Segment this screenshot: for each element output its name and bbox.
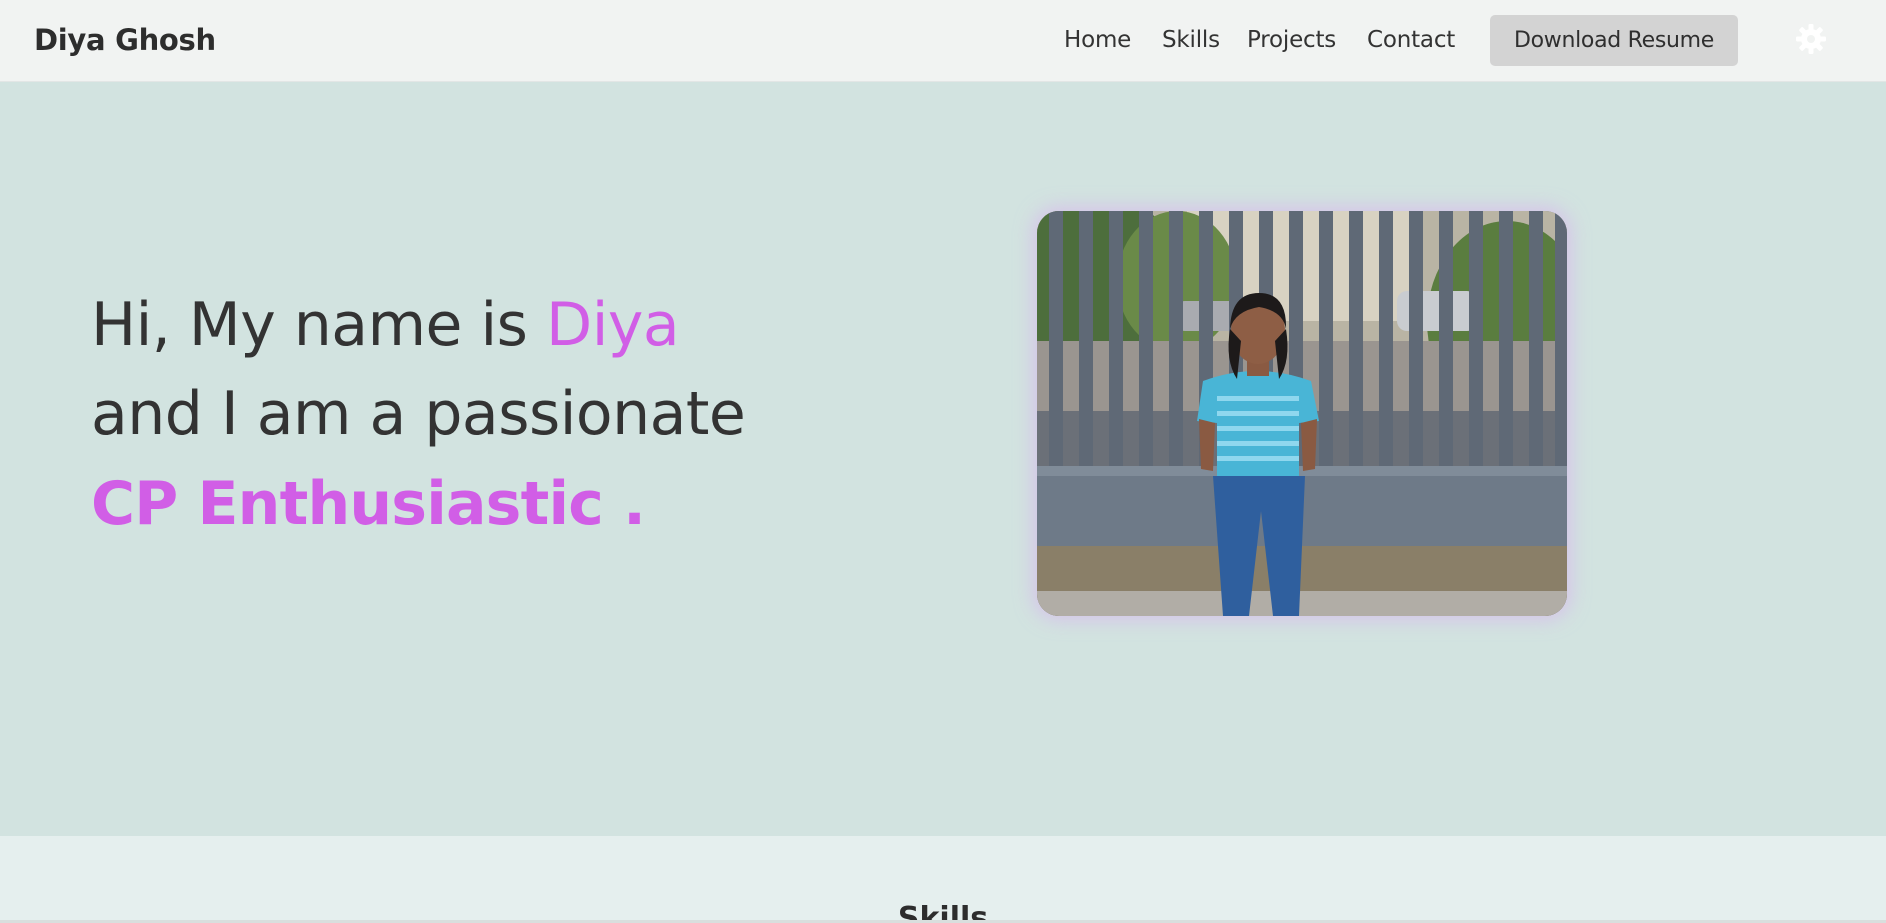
profile-photo-image <box>1037 211 1567 616</box>
navbar: Diya Ghosh Home Skills Projects Contact … <box>0 0 1886 82</box>
nav-link-home[interactable]: Home <box>1064 0 1131 80</box>
nav-link-projects[interactable]: Projects <box>1247 0 1336 80</box>
download-resume-button[interactable]: Download Resume <box>1490 15 1738 66</box>
hero-greeting: Hi, My name is Diya <box>91 290 680 360</box>
nav-link-contact[interactable]: Contact <box>1367 0 1455 80</box>
profile-photo <box>1037 211 1567 616</box>
hero-section: Hi, My name is Diya and I am a passionat… <box>0 82 1886 836</box>
theme-toggle-button[interactable] <box>1792 20 1830 58</box>
gear-icon <box>1796 24 1826 54</box>
hero-name: Diya <box>546 290 680 360</box>
hero-role: CP Enthusiastic . <box>91 469 646 539</box>
nav-link-skills[interactable]: Skills <box>1162 0 1220 80</box>
hero-greeting-text: Hi, My name is <box>91 290 547 360</box>
skills-section: Skills <box>0 836 1886 923</box>
brand-logo[interactable]: Diya Ghosh <box>34 0 216 80</box>
hero-tagline: and I am a passionate <box>91 379 746 449</box>
